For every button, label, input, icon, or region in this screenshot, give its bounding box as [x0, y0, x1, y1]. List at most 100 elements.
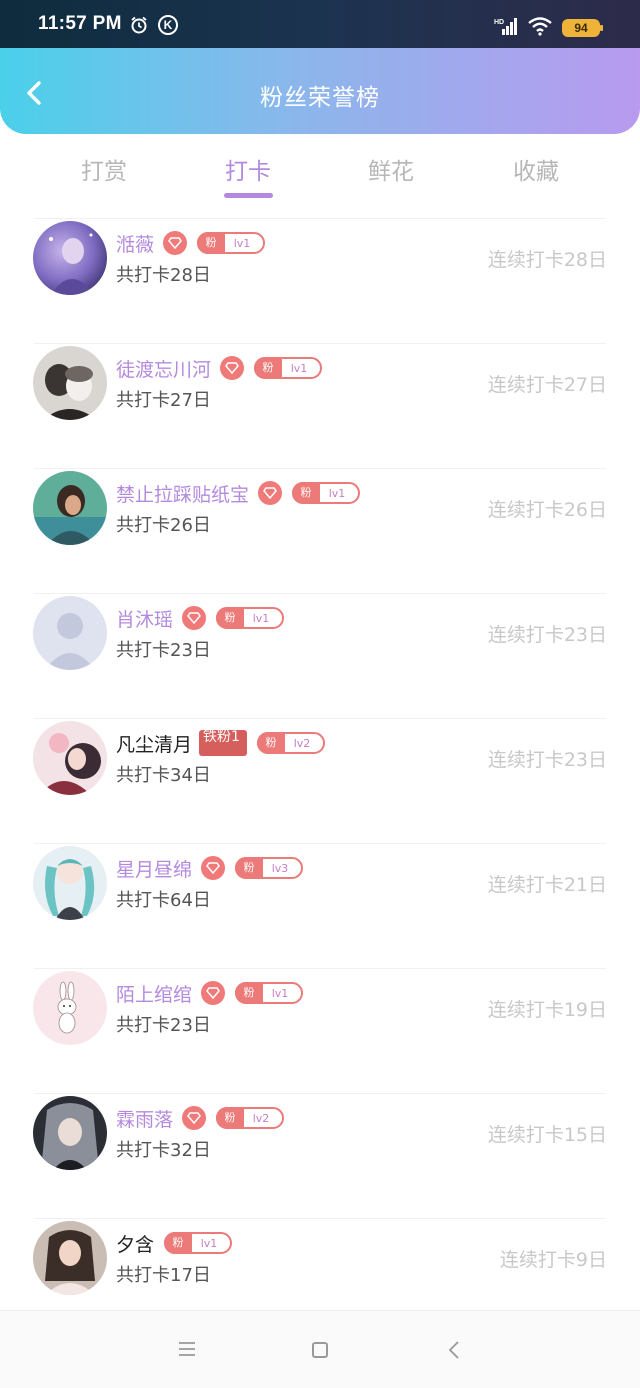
list-item[interactable]: 禁止拉踩贴纸宝 粉 lv1 共打卡26日 连续打卡26日	[0, 468, 640, 593]
tab-dashang[interactable]: 打赏	[54, 152, 154, 186]
fan-level-badge: 粉 lv2	[257, 732, 326, 754]
diamond-icon	[258, 481, 283, 505]
list-item[interactable]: 徒渡忘川河 粉 lv1 共打卡27日 连续打卡27日	[0, 343, 640, 468]
avatar[interactable]	[33, 846, 107, 920]
name-line: 徒渡忘川河 粉 lv1	[116, 354, 323, 382]
avatar[interactable]	[33, 1096, 107, 1170]
diamond-icon	[201, 856, 226, 880]
username[interactable]: 湉薇	[116, 230, 154, 257]
total-checkin: 共打卡26日	[116, 515, 211, 536]
username[interactable]: 霖雨落	[116, 1105, 173, 1132]
total-checkin: 共打卡64日	[116, 890, 211, 911]
tab-shoucang[interactable]: 收藏	[486, 152, 586, 186]
streak-checkin: 连续打卡19日	[487, 999, 607, 1021]
list-item[interactable]: 凡尘清月 铁粉1 粉 lv2 共打卡34日 连续打卡23日	[0, 718, 640, 843]
username[interactable]: 凡尘清月	[116, 730, 192, 757]
fan-level-badge: 粉 lv1	[164, 1232, 233, 1254]
diamond-icon	[182, 1106, 207, 1130]
avatar[interactable]	[33, 596, 107, 670]
streak-checkin: 连续打卡23日	[487, 624, 607, 646]
list-item[interactable]: 星月昼绵 粉 lv3 共打卡64日 连续打卡21日	[0, 843, 640, 968]
list-item[interactable]: 肖沐瑶 粉 lv1 共打卡23日 连续打卡23日	[0, 593, 640, 718]
row-divider	[34, 593, 606, 594]
username[interactable]: 陌上绾绾	[116, 980, 192, 1007]
row-divider	[34, 468, 606, 469]
fan-level-badge: 粉 lv2	[216, 1107, 285, 1129]
name-line: 凡尘清月 铁粉1 粉 lv2	[116, 729, 326, 757]
tab-daka[interactable]: 打卡	[198, 152, 298, 186]
row-divider	[34, 218, 606, 219]
avatar[interactable]	[33, 221, 107, 295]
fan-level-badge: 粉 lv3	[235, 857, 304, 879]
streak-checkin: 连续打卡26日	[487, 499, 607, 521]
name-line: 禁止拉踩贴纸宝 粉 lv1	[116, 479, 361, 507]
status-bar: 11:57 PM K HD 94	[0, 0, 640, 48]
streak-checkin: 连续打卡9日	[499, 1249, 607, 1271]
total-checkin: 共打卡17日	[116, 1265, 211, 1286]
fan-level-badge: 粉 lv1	[292, 482, 361, 504]
avatar[interactable]	[33, 346, 107, 420]
back-icon[interactable]	[447, 1340, 461, 1360]
streak-checkin: 连续打卡23日	[487, 749, 607, 771]
alarm-icon	[131, 16, 147, 34]
streak-checkin: 连续打卡28日	[487, 249, 607, 271]
row-divider	[34, 718, 606, 719]
name-line: 肖沐瑶 粉 lv1	[116, 604, 285, 632]
system-nav-bar	[0, 1310, 640, 1388]
tab-bar: 打赏 打卡 鲜花 收藏	[0, 134, 640, 218]
fan-level-badge: 粉 lv1	[235, 982, 304, 1004]
tab-active-indicator	[224, 193, 273, 198]
total-checkin: 共打卡27日	[116, 390, 211, 411]
name-line: 霖雨落 粉 lv2	[116, 1104, 285, 1132]
home-icon[interactable]	[312, 1342, 328, 1358]
row-divider	[34, 1218, 606, 1219]
avatar[interactable]	[33, 971, 107, 1045]
header: 粉丝荣誉榜	[0, 48, 640, 134]
tab-xianhua[interactable]: 鲜花	[341, 152, 441, 186]
wifi-icon	[528, 17, 552, 36]
total-checkin: 共打卡23日	[116, 1015, 211, 1036]
total-checkin: 共打卡23日	[116, 640, 211, 661]
fan-ranking-list: 湉薇 粉 lv1 共打卡28日 连续打卡28日 徒渡忘川河 粉 lv1 共打卡2…	[0, 218, 640, 1343]
total-checkin: 共打卡28日	[116, 265, 211, 286]
total-checkin: 共打卡32日	[116, 1140, 211, 1161]
page-title: 粉丝荣誉榜	[260, 85, 380, 111]
name-line: 陌上绾绾 粉 lv1	[116, 979, 304, 1007]
diamond-icon	[220, 356, 245, 380]
signal-icon: HD	[494, 18, 517, 35]
diamond-icon	[163, 231, 188, 255]
username[interactable]: 徒渡忘川河	[116, 355, 211, 382]
avatar[interactable]	[33, 1221, 107, 1295]
fan-level-badge: 粉 lv1	[197, 232, 266, 254]
menu-icon[interactable]	[178, 1341, 196, 1357]
battery-icon: 94	[562, 19, 603, 37]
row-divider	[34, 1093, 606, 1094]
name-line: 夕含 粉 lv1	[116, 1229, 233, 1257]
total-checkin: 共打卡34日	[116, 765, 211, 786]
diamond-icon	[201, 981, 226, 1005]
iron-fan-tag: 铁粉1	[199, 730, 248, 756]
status-time: 11:57 PM	[38, 13, 122, 34]
row-divider	[34, 343, 606, 344]
username[interactable]: 肖沐瑶	[116, 605, 173, 632]
username[interactable]: 夕含	[116, 1230, 154, 1257]
svg-text:HD: HD	[494, 19, 504, 26]
row-divider	[34, 843, 606, 844]
username[interactable]: 星月昼绵	[116, 855, 192, 882]
k-icon: K	[158, 15, 178, 35]
streak-checkin: 连续打卡27日	[487, 374, 607, 396]
streak-checkin: 连续打卡21日	[487, 874, 607, 896]
list-item[interactable]: 陌上绾绾 粉 lv1 共打卡23日 连续打卡19日	[0, 968, 640, 1093]
row-divider	[34, 968, 606, 969]
streak-checkin: 连续打卡15日	[487, 1124, 607, 1146]
list-item[interactable]: 霖雨落 粉 lv2 共打卡32日 连续打卡15日	[0, 1093, 640, 1218]
fan-level-badge: 粉 lv1	[216, 607, 285, 629]
name-line: 星月昼绵 粉 lv3	[116, 854, 304, 882]
name-line: 湉薇 粉 lv1	[116, 229, 266, 257]
username[interactable]: 禁止拉踩贴纸宝	[116, 480, 249, 507]
avatar[interactable]	[33, 471, 107, 545]
list-item[interactable]: 湉薇 粉 lv1 共打卡28日 连续打卡28日	[0, 218, 640, 343]
fan-level-badge: 粉 lv1	[254, 357, 323, 379]
diamond-icon	[182, 606, 207, 630]
avatar[interactable]	[33, 721, 107, 795]
